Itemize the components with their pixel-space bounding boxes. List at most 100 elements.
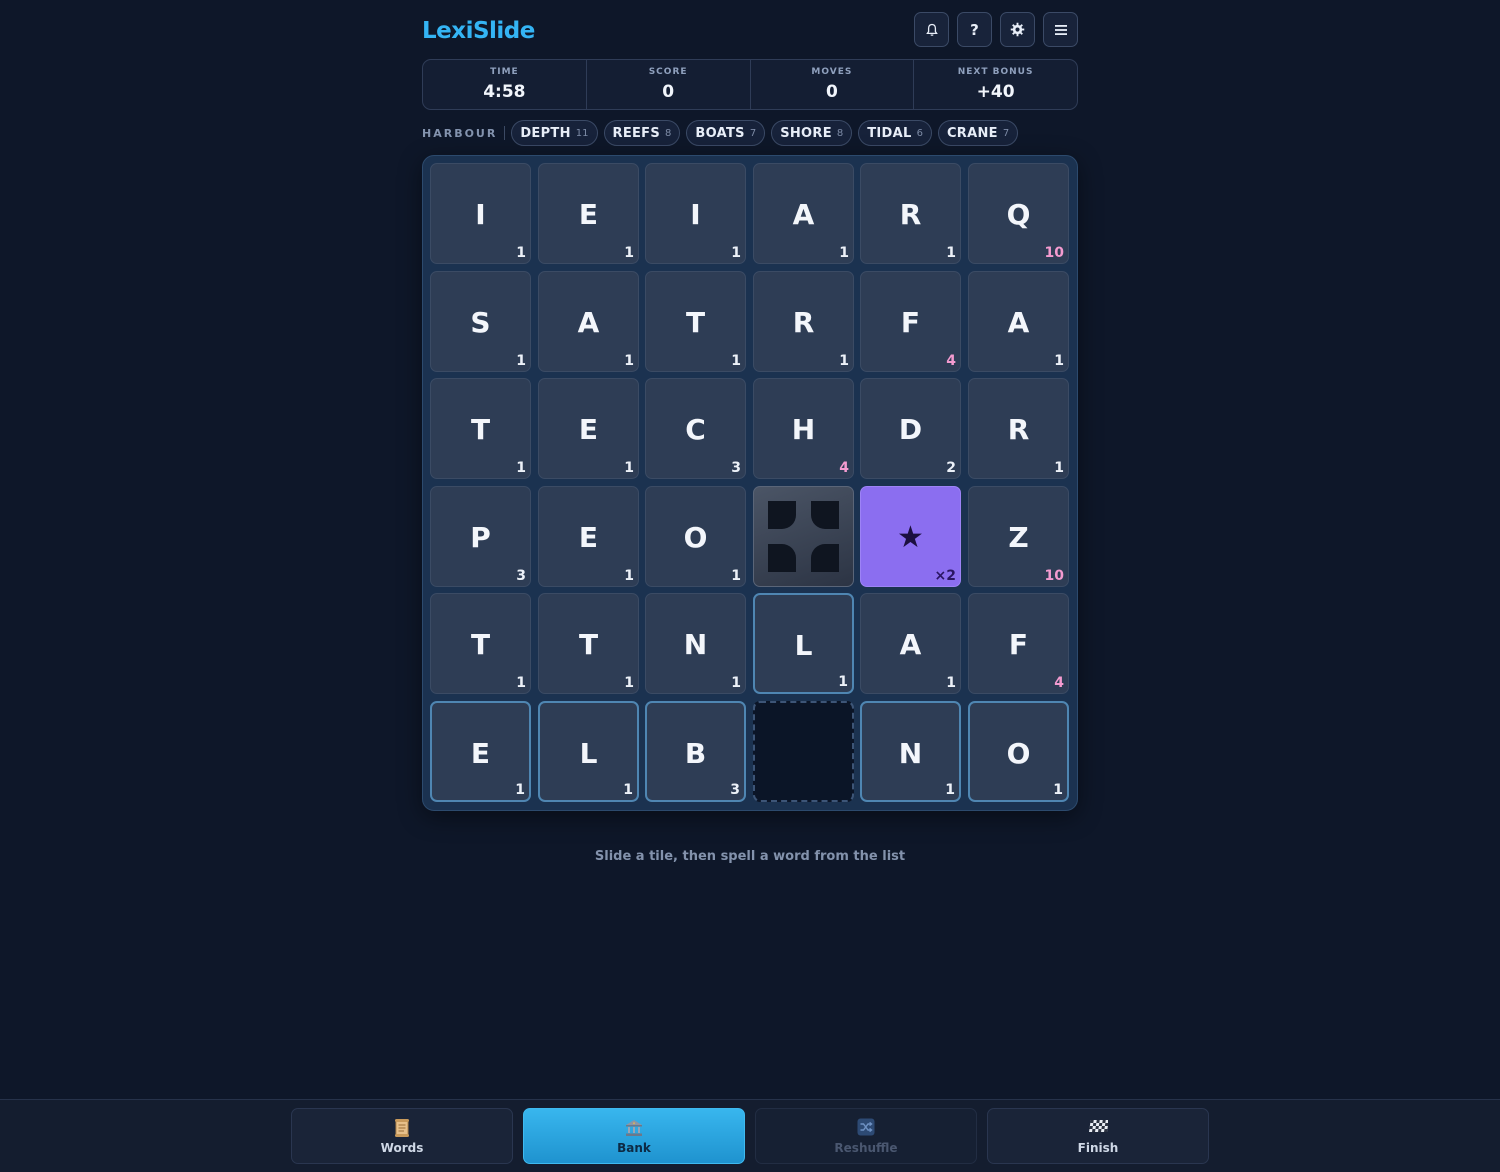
letter-tile[interactable]: H4	[753, 378, 854, 479]
tile-points: 1	[838, 674, 848, 690]
letter-tile[interactable]: T1	[645, 271, 746, 372]
tile-letter: S	[470, 306, 491, 339]
tile-letter: E	[578, 413, 599, 446]
letter-tile[interactable]: R1	[968, 378, 1069, 479]
score-label: SCORE	[648, 67, 688, 77]
blocker-icon	[768, 501, 839, 572]
letter-tile[interactable]: A1	[538, 271, 639, 372]
stats-panel: TIME 4:58 SCORE 0 MOVES 0 NEXT BONUS +40	[422, 59, 1078, 110]
shuffle-icon	[857, 1118, 875, 1140]
notifications-button[interactable]	[914, 12, 949, 47]
tile-letter: T	[685, 306, 706, 339]
letter-tile[interactable]: L1	[538, 701, 639, 802]
tile-points: 1	[624, 675, 634, 691]
word-chip-count: 11	[575, 127, 589, 139]
letter-tile[interactable]: Q 10	[968, 163, 1069, 264]
word-chip[interactable]: TIDAL 6	[858, 120, 932, 146]
menu-button[interactable]	[1043, 12, 1078, 47]
word-chip[interactable]: DEPTH 11	[511, 120, 598, 146]
tile-points: 1	[731, 245, 741, 261]
letter-tile[interactable]: I1	[430, 163, 531, 264]
letter-tile[interactable]: O1	[968, 701, 1069, 802]
star-bonus-tile[interactable]: ★ ×2	[860, 486, 961, 587]
tile-letter: N	[898, 737, 923, 770]
letter-tile[interactable]: Z 10	[968, 486, 1069, 587]
settings-button[interactable]	[1000, 12, 1035, 47]
tile-letter: R	[792, 306, 815, 339]
letter-tile[interactable]: A1	[968, 271, 1069, 372]
checkered-flag-icon	[1088, 1118, 1109, 1140]
tile-points: 1	[624, 245, 634, 261]
bank-button[interactable]: Bank	[523, 1108, 745, 1164]
bank-label: Bank	[617, 1140, 651, 1155]
finish-button[interactable]: Finish	[987, 1108, 1209, 1164]
bank-icon	[624, 1118, 644, 1140]
letter-tile[interactable]: E1	[538, 163, 639, 264]
letter-tile[interactable]: N1	[860, 701, 961, 802]
bottom-nav: Words Bank Reshuffle Finish	[0, 1099, 1500, 1172]
letter-tile[interactable]: R1	[753, 271, 854, 372]
letter-tile[interactable]: L1	[753, 593, 854, 694]
word-chip[interactable]: REEFS 8	[603, 120, 681, 146]
tile-letter: T	[470, 628, 491, 661]
time-value: 4:58	[483, 82, 526, 102]
letter-tile[interactable]: R1	[860, 163, 961, 264]
words-button[interactable]: Words	[291, 1108, 513, 1164]
tile-points: 3	[516, 568, 526, 584]
letter-tile[interactable]: T1	[538, 593, 639, 694]
letter-tile[interactable]: I1	[645, 163, 746, 264]
word-chip[interactable]: SHORE 8	[771, 120, 853, 146]
tile-letter: Q	[1006, 198, 1031, 231]
reshuffle-button[interactable]: Reshuffle	[755, 1108, 977, 1164]
multiplier-label: ×2	[934, 568, 956, 584]
help-button[interactable]: ?	[957, 12, 992, 47]
letter-tile[interactable]: F4	[968, 593, 1069, 694]
tile-letter: A	[792, 198, 815, 231]
tile-letter: A	[1007, 306, 1030, 339]
word-chip-word: BOATS	[695, 125, 745, 141]
letter-tile[interactable]: E1	[430, 701, 531, 802]
game-screen: LexiSlide ? TIME 4:58 SCORE 0 MOVES 0 NE…	[0, 0, 1500, 1172]
letter-tile[interactable]: T1	[430, 593, 531, 694]
tile-points: 1	[945, 782, 955, 798]
empty-slot[interactable]	[753, 701, 854, 802]
letter-tile[interactable]: P3	[430, 486, 531, 587]
finish-label: Finish	[1077, 1140, 1119, 1155]
header: LexiSlide ?	[422, 12, 1078, 52]
bell-icon	[925, 23, 939, 37]
tile-points: 1	[731, 353, 741, 369]
word-chip[interactable]: BOATS 7	[686, 120, 766, 146]
tile-points: 4	[839, 460, 849, 476]
letter-tile[interactable]: B3	[645, 701, 746, 802]
scroll-icon	[393, 1118, 411, 1140]
letter-tile[interactable]: A1	[753, 163, 854, 264]
tile-points: 10	[1044, 568, 1064, 584]
letter-tile[interactable]: E1	[538, 486, 639, 587]
letter-tile[interactable]: C3	[645, 378, 746, 479]
letter-tile[interactable]: O1	[645, 486, 746, 587]
letter-tile[interactable]: T1	[430, 378, 531, 479]
game-board: I 1 E 1 I 1 A 1 R 1 Q 10 S 1 A 1 T 1 R 1 F 4 A 1 T 1 E 1 C 3 H 4 D 2 R 1 P 3 E…	[422, 155, 1078, 811]
next-bonus-stat: NEXT BONUS +40	[914, 60, 1077, 109]
moves-value: 0	[825, 82, 838, 102]
word-chip-count: 6	[916, 127, 923, 139]
tile-letter: B	[684, 737, 707, 770]
tile-letter: A	[899, 628, 922, 661]
word-chip-count: 7	[1002, 127, 1010, 139]
letter-tile[interactable]: D2	[860, 378, 961, 479]
tile-points: 1	[731, 568, 741, 584]
letter-tile[interactable]: F4	[860, 271, 961, 372]
tile-letter: D	[898, 413, 923, 446]
tile-letter: F	[1008, 628, 1029, 661]
tile-letter: I	[690, 198, 701, 231]
word-chip[interactable]: CRANE 7	[937, 120, 1019, 146]
tile-letter: L	[794, 629, 813, 662]
letter-tile[interactable]: E1	[538, 378, 639, 479]
blocker-tile[interactable]	[753, 486, 854, 587]
letter-tile[interactable]: N1	[645, 593, 746, 694]
header-buttons: ?	[914, 12, 1078, 47]
letter-tile[interactable]: A1	[860, 593, 961, 694]
menu-icon	[1054, 24, 1068, 36]
tile-letter: P	[470, 521, 491, 554]
letter-tile[interactable]: S1	[430, 271, 531, 372]
